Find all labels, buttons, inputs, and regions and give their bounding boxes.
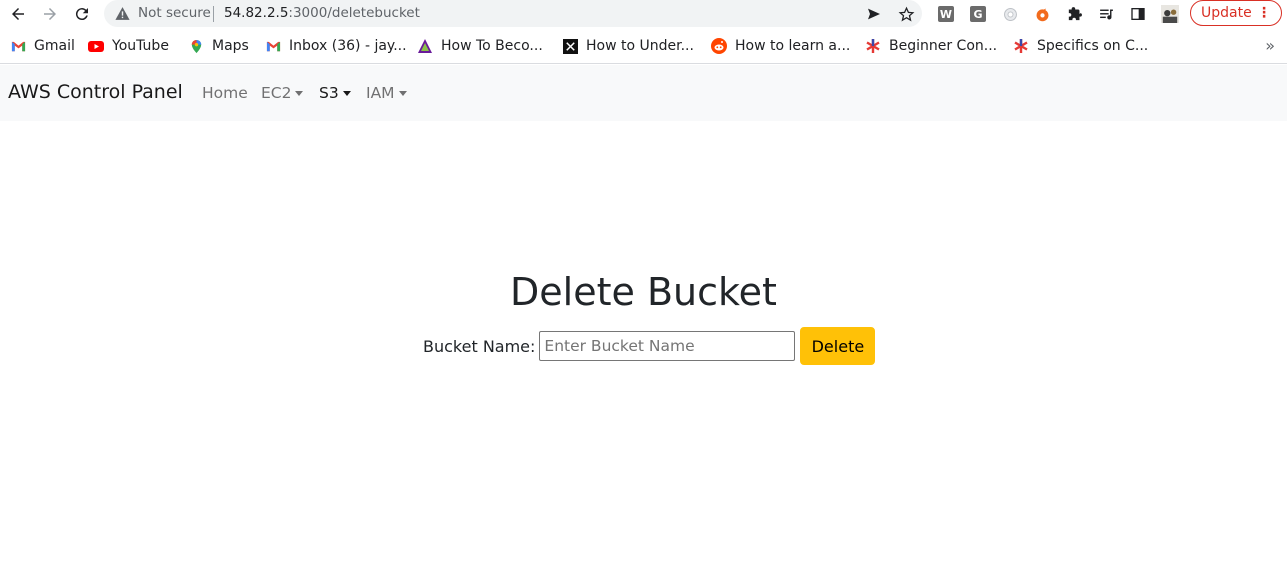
caret-down-icon: [398, 90, 407, 96]
asterisk-logo-icon: [865, 38, 881, 54]
bucket-name-input[interactable]: [539, 331, 796, 361]
bookmark-label: Gmail: [34, 38, 75, 54]
back-button[interactable]: [6, 2, 30, 26]
more-menu-icon: ⋮: [1257, 5, 1271, 21]
url-text[interactable]: 54.82.2.5:3000/deletebucket: [224, 5, 420, 21]
forward-arrow-icon: [44, 8, 56, 20]
bookmark-label: Specifics on C...: [1037, 38, 1149, 54]
bookmark-label: YouTube: [112, 38, 169, 54]
url-path: :3000/deletebucket: [288, 5, 420, 21]
nav-dropdown-iam[interactable]: IAM: [366, 84, 407, 102]
app-navbar: AWS Control Panel Home EC2 S3 IAM: [0, 65, 1287, 121]
bookmark-gmail[interactable]: Gmail: [10, 37, 75, 55]
site-logo-icon: [562, 38, 578, 54]
extension-circle-icon[interactable]: [1000, 4, 1020, 24]
reddit-icon: [711, 38, 727, 54]
media-queue-icon[interactable]: [1096, 4, 1116, 24]
url-host: 54.82.2.5: [224, 5, 289, 21]
bookmark-label: Inbox (36) - jay...: [289, 38, 407, 54]
profile-avatar-icon[interactable]: [1160, 4, 1180, 24]
bookmark-how-to-under[interactable]: How to Under...: [562, 37, 694, 55]
bookmark-maps[interactable]: Maps: [188, 37, 249, 55]
security-status[interactable]: Not secure: [138, 5, 211, 21]
bookmark-star-icon[interactable]: [896, 4, 916, 24]
extension-g-label: G: [970, 6, 986, 22]
address-bar[interactable]: Not secure 54.82.2.5:3000/deletebucket: [104, 0, 922, 27]
bookmark-how-to-learn[interactable]: How to learn a...: [711, 37, 850, 55]
gmail-icon: [10, 38, 26, 54]
extension-g-icon[interactable]: G: [968, 4, 988, 24]
caret-down-icon: [342, 90, 351, 96]
nav-dropdown-ec2[interactable]: EC2: [261, 84, 304, 102]
delete-bucket-form: Bucket Name: Delete: [423, 327, 876, 365]
omnibox-divider: [213, 6, 214, 22]
bookmark-label: How To Beco...: [441, 38, 543, 54]
bucket-name-label: Bucket Name:: [423, 336, 536, 356]
nav-dropdown-s3[interactable]: S3: [319, 84, 351, 102]
youtube-icon: [88, 38, 104, 54]
reload-button[interactable]: [70, 2, 94, 26]
page-title: Delete Bucket: [510, 270, 777, 314]
more-bookmarks-chevron-icon[interactable]: »: [1265, 36, 1275, 55]
update-label: Update: [1201, 5, 1252, 21]
navbar-brand[interactable]: AWS Control Panel: [8, 81, 183, 103]
nav-link-label: IAM: [366, 84, 395, 102]
bookmark-how-to-become[interactable]: How To Beco...: [417, 37, 543, 55]
bookmark-youtube[interactable]: YouTube: [88, 37, 169, 55]
bookmark-inbox[interactable]: Inbox (36) - jay...: [265, 37, 407, 55]
extension-orange-icon[interactable]: [1032, 4, 1052, 24]
nav-link-label: Home: [202, 84, 248, 102]
send-tab-icon[interactable]: [864, 4, 884, 24]
delete-button[interactable]: Delete: [800, 327, 876, 365]
update-button[interactable]: Update ⋮: [1190, 0, 1282, 26]
nav-link-label: EC2: [261, 84, 292, 102]
asterisk-logo-icon: [1013, 38, 1029, 54]
triangle-logo-icon: [417, 38, 433, 54]
caret-down-icon: [295, 90, 304, 96]
bookmark-label: Beginner Con...: [889, 38, 998, 54]
warning-icon: [115, 7, 130, 20]
back-arrow-icon: [12, 8, 24, 20]
nav-link-home[interactable]: Home: [202, 84, 248, 102]
bookmark-label: How to Under...: [586, 38, 694, 54]
extension-w-label: W: [938, 6, 954, 22]
extensions-puzzle-icon[interactable]: [1064, 4, 1084, 24]
bookmark-label: How to learn a...: [735, 38, 851, 54]
bookmark-beginner-con[interactable]: Beginner Con...: [865, 37, 997, 55]
bookmarks-bar: Gmail YouTube Maps Inbox (36) - jay... H…: [0, 28, 1287, 64]
extension-w-icon[interactable]: W: [936, 4, 956, 24]
bookmark-label: Maps: [212, 38, 249, 54]
maps-pin-icon: [188, 38, 204, 54]
bookmark-specifics[interactable]: Specifics on C...: [1013, 37, 1148, 55]
browser-toolbar: Not secure 54.82.2.5:3000/deletebucket W…: [0, 0, 1287, 28]
side-panel-icon[interactable]: [1128, 4, 1148, 24]
forward-button[interactable]: [38, 2, 62, 26]
gmail-icon: [265, 38, 281, 54]
nav-link-label: S3: [319, 84, 339, 102]
reload-icon: [75, 8, 88, 21]
